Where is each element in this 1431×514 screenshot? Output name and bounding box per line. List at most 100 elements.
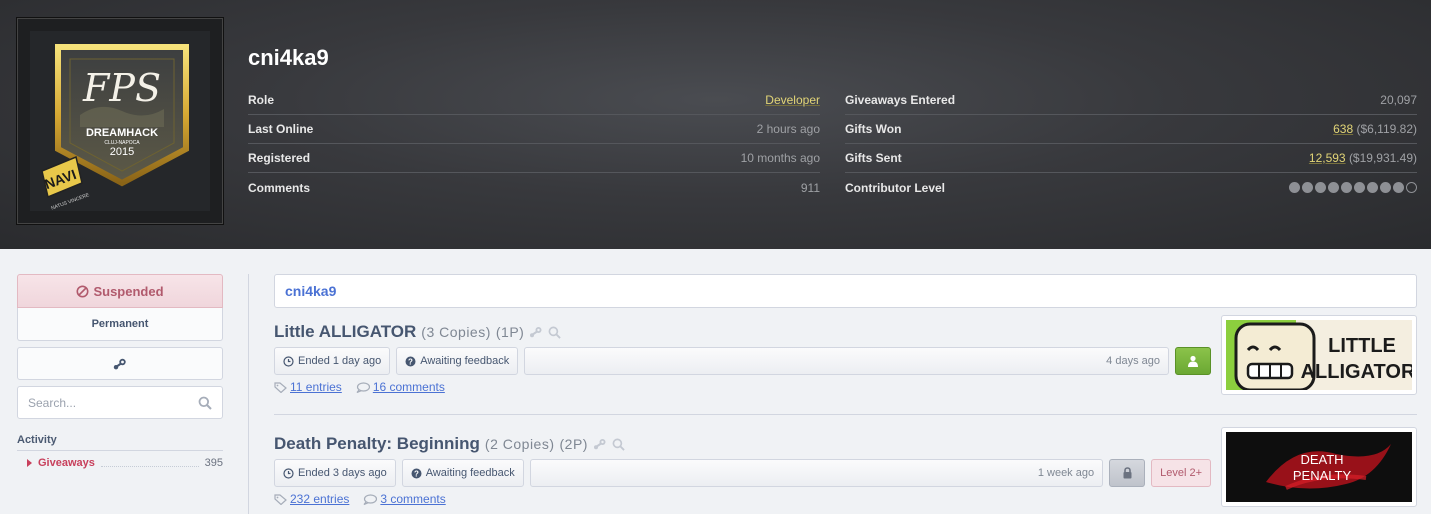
giveaway-copies: (2 Copies) xyxy=(484,436,555,452)
giveaway-details: Death Penalty: Beginning (2 Copies) (2P)… xyxy=(274,433,1211,506)
stat-value: 12,593 ($19,931.49) xyxy=(1309,151,1417,165)
page-heading: cni4ka9 xyxy=(274,274,1417,308)
question-icon: ? xyxy=(405,356,416,366)
level-dot-filled xyxy=(1328,182,1339,193)
created-label: 1 week ago xyxy=(1037,467,1095,479)
tag-icon xyxy=(274,381,287,393)
steam-icon[interactable] xyxy=(529,326,543,338)
svg-text:LITTLE: LITTLE xyxy=(1328,335,1396,357)
giveaway-points: (2P) xyxy=(559,436,588,452)
giveaway-title: Death Penalty: Beginning (2 Copies) (2P) xyxy=(274,433,1211,455)
svg-text:?: ? xyxy=(408,357,413,366)
sidebar: Suspended Permanent Activity Giveaways 3… xyxy=(17,274,223,469)
svg-text:?: ? xyxy=(414,469,419,478)
game-thumbnail[interactable]: DEATH PENALTY xyxy=(1221,427,1417,507)
game-thumbnail[interactable]: LITTLE ALLIGATOR xyxy=(1221,315,1417,395)
steam-icon[interactable] xyxy=(593,438,607,450)
stat-label: Gifts Sent xyxy=(845,151,902,165)
level-dot-filled xyxy=(1367,182,1378,193)
level-dot-filled xyxy=(1380,182,1391,193)
avatar: FPS DREAMHACK CLUJ-NAPOCA 2015 NAVI NATU… xyxy=(17,18,223,224)
gifts-won-link[interactable]: 638 xyxy=(1333,122,1353,136)
svg-text:ALLIGATOR: ALLIGATOR xyxy=(1301,361,1412,383)
sidebar-item-giveaways[interactable]: Giveaways 395 xyxy=(17,457,223,469)
profile-username: cni4ka9 xyxy=(248,45,329,70)
giveaway-name[interactable]: Death Penalty: Beginning xyxy=(274,434,480,454)
feedback-label: Awaiting feedback xyxy=(420,355,510,367)
suspended-badge: Suspended xyxy=(17,274,223,308)
feedback-label: Awaiting feedback xyxy=(425,467,515,479)
stat-value: 2 hours ago xyxy=(756,122,820,136)
ended-pill: Ended 1 day ago xyxy=(274,347,391,375)
user-icon xyxy=(1188,355,1198,367)
page-title-link[interactable]: cni4ka9 xyxy=(285,283,336,299)
level-dot-filled xyxy=(1289,182,1300,193)
lock-icon xyxy=(1123,467,1132,479)
game-image: DEATH PENALTY xyxy=(1226,432,1412,502)
entries-link[interactable]: 232 entries xyxy=(274,492,349,506)
stat-giveaways-entered: Giveaways Entered 20,097 xyxy=(845,86,1417,115)
profile-stats-right: Giveaways Entered 20,097 Gifts Won 638 (… xyxy=(845,86,1417,202)
ended-label: Ended 1 day ago xyxy=(298,355,382,367)
profile-header: FPS DREAMHACK CLUJ-NAPOCA 2015 NAVI NATU… xyxy=(0,0,1431,249)
gifts-sent-link[interactable]: 12,593 xyxy=(1309,151,1346,165)
level-dot-filled xyxy=(1341,182,1352,193)
giveaway-links: 232 entries 3 comments xyxy=(274,492,1211,506)
level-dot-filled xyxy=(1354,182,1365,193)
giveaway-status-row: Ended 1 day ago ? Awaiting feedback 4 da… xyxy=(274,347,1211,375)
feedback-pill: ? Awaiting feedback xyxy=(396,347,519,375)
search-icon[interactable] xyxy=(548,326,562,339)
game-image: LITTLE ALLIGATOR xyxy=(1226,320,1412,390)
ended-label: Ended 3 days ago xyxy=(298,467,387,479)
clock-icon xyxy=(283,355,294,367)
column-divider xyxy=(248,274,249,514)
svg-text:2015: 2015 xyxy=(110,146,134,158)
stat-last-online: Last Online 2 hours ago xyxy=(248,115,820,144)
feedback-pill: ? Awaiting feedback xyxy=(401,459,524,487)
stat-label: Giveaways Entered xyxy=(845,93,956,107)
created-pill: 4 days ago xyxy=(524,347,1169,375)
search-box xyxy=(17,386,223,419)
clock-icon xyxy=(283,467,294,479)
level-dot-empty xyxy=(1406,182,1417,193)
stat-value[interactable]: Developer xyxy=(765,93,820,107)
level-dot-filled xyxy=(1302,182,1313,193)
created-pill: 1 week ago xyxy=(529,459,1104,487)
question-icon: ? xyxy=(411,468,422,478)
suspension-duration: Permanent xyxy=(17,308,223,341)
stat-label: Registered xyxy=(248,151,311,165)
user-button[interactable] xyxy=(1175,347,1211,375)
sidebar-item-label: Giveaways xyxy=(38,457,95,469)
activity-heading: Activity xyxy=(17,434,223,451)
stat-label: Role xyxy=(248,93,275,107)
giveaway-row: Death Penalty: Beginning (2 Copies) (2P)… xyxy=(274,415,1417,514)
tag-icon xyxy=(274,493,287,505)
stat-gifts-sent: Gifts Sent 12,593 ($19,931.49) xyxy=(845,144,1417,173)
giveaway-copies: (3 Copies) xyxy=(421,324,491,340)
comments-link[interactable]: 3 comments xyxy=(363,492,446,506)
suspended-label: Suspended xyxy=(93,283,164,299)
stat-label: Contributor Level xyxy=(845,180,946,195)
search-icon[interactable] xyxy=(198,396,212,410)
search-input[interactable] xyxy=(28,395,198,410)
lock-button[interactable] xyxy=(1109,459,1146,487)
comment-icon xyxy=(363,493,378,505)
search-icon[interactable] xyxy=(612,438,625,451)
entries-link[interactable]: 11 entries xyxy=(274,380,342,394)
ended-pill: Ended 3 days ago xyxy=(274,459,396,487)
level-dot-filled xyxy=(1315,182,1326,193)
stat-gifts-won: Gifts Won 638 ($6,119.82) xyxy=(845,115,1417,144)
stat-role: Role Developer xyxy=(248,86,820,115)
giveaway-status-row: Ended 3 days ago ? Awaiting feedback 1 w… xyxy=(274,459,1211,487)
giveaway-title: Little ALLIGATOR (3 Copies) (1P) xyxy=(274,321,1211,343)
stat-comments: Comments 911 xyxy=(248,173,820,202)
stat-value: 20,097 xyxy=(1380,93,1417,107)
svg-text:DEATH: DEATH xyxy=(1300,452,1343,467)
gifts-sent-amount: ($19,931.49) xyxy=(1348,151,1417,165)
profile-stats-left: Role Developer Last Online 2 hours ago R… xyxy=(248,86,820,202)
giveaway-name[interactable]: Little ALLIGATOR xyxy=(274,322,416,342)
main-content: cni4ka9 Little ALLIGATOR (3 Copies) (1P)… xyxy=(274,274,1417,514)
stat-label: Gifts Won xyxy=(845,122,902,136)
steam-profile-button[interactable] xyxy=(17,347,223,380)
comments-link[interactable]: 16 comments xyxy=(356,380,445,394)
